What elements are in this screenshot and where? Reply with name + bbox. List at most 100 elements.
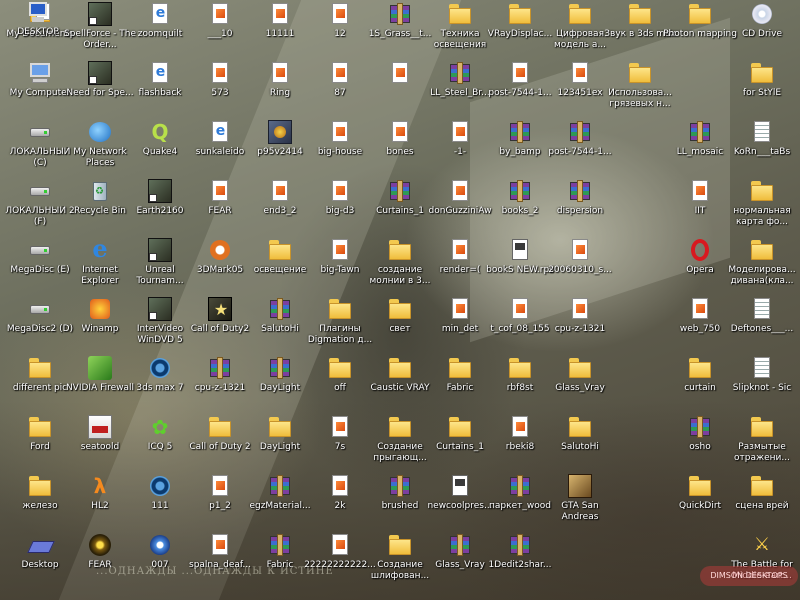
media-file-icon [148, 533, 172, 557]
folder-icon [328, 356, 352, 380]
earth2160-icon [148, 179, 172, 203]
desktop-icon[interactable]: dispersion [542, 179, 618, 239]
folder-icon [508, 2, 532, 26]
desktop-icon[interactable]: cpu-z-1321 [542, 297, 618, 357]
archive-icon [268, 533, 292, 557]
html-file-icon [148, 61, 172, 85]
gta-san-andreas-icon [568, 474, 592, 498]
recycle-bin-icon [88, 179, 112, 203]
html-file-icon [148, 2, 172, 26]
image-file-icon [508, 415, 532, 439]
archive-icon [508, 474, 532, 498]
image-file-icon [448, 238, 472, 262]
desktop-icon-label: GTA San Andreas [561, 501, 599, 522]
archive-icon [508, 533, 532, 557]
image-file-icon [568, 297, 592, 321]
desktop-icon[interactable]: Deftones___... [724, 297, 800, 357]
folder-icon [328, 297, 352, 321]
archive-icon [448, 61, 472, 85]
folder-icon [28, 474, 52, 498]
hard-drive-icon [28, 238, 52, 262]
image-file-icon [448, 179, 472, 203]
archive-icon [688, 120, 712, 144]
fear-icon [88, 533, 112, 557]
image-file-icon [508, 297, 532, 321]
desktop-computer-icon [26, 0, 50, 24]
desktop-icon-label: нормальная карта фо... [733, 206, 791, 227]
folder-icon [750, 179, 774, 203]
image-file-icon [688, 179, 712, 203]
image-file-icon [328, 61, 352, 85]
desktop-icon[interactable]: Glass_Vray [542, 356, 618, 416]
desktop-icon[interactable]: 20060310_s... [542, 238, 618, 298]
unreal-tournament-icon [148, 238, 172, 262]
winamp-icon [88, 297, 112, 321]
image-file-icon [388, 120, 412, 144]
desktop-icon[interactable]: CD Drive [724, 2, 800, 62]
folder-icon [508, 356, 532, 380]
image-file-icon [448, 297, 472, 321]
desktop-icon[interactable]: 1Dedit2shar... [482, 533, 558, 593]
archive-icon [268, 356, 292, 380]
folder-icon [28, 356, 52, 380]
desktop-icon-label: Использова... грязевых н... [608, 88, 672, 109]
image-file-icon [208, 474, 232, 498]
folder-icon [688, 2, 712, 26]
image-file-icon [208, 533, 232, 557]
nvidia-firewall-icon [88, 356, 112, 380]
wallpaper-watermark: DIMSON DESKTOPS [700, 566, 798, 586]
text-file-icon [750, 120, 774, 144]
image-file-icon [448, 120, 472, 144]
folder-icon [688, 356, 712, 380]
archive-icon [568, 179, 592, 203]
desktop-icon-label: CD Drive [741, 29, 783, 39]
program-icon [268, 120, 292, 144]
battle-middle-earth-icon [750, 533, 774, 557]
call-of-duty-icon [208, 297, 233, 322]
image-file-icon [328, 120, 352, 144]
folder-icon [628, 2, 652, 26]
desktop-icon[interactable]: Размытые отражени... [724, 415, 800, 475]
desktop-icon-label: Deftones___... [730, 324, 794, 334]
desktop-icon[interactable]: Slipknot - Sic [724, 356, 800, 416]
desktop-icon[interactable]: SalutoHi [542, 415, 618, 475]
cd-drive-icon [750, 2, 774, 26]
folder-icon [388, 415, 412, 439]
image-file-icon [328, 238, 352, 262]
desktop-icon[interactable]: Моделирова... дивана(кла... [724, 238, 800, 298]
folder-icon [448, 356, 472, 380]
folder-icon [208, 415, 232, 439]
archive-icon [388, 2, 412, 26]
hard-drive-icon [28, 297, 52, 321]
hard-drive-icon [28, 120, 52, 144]
folder-icon [688, 474, 712, 498]
my-computer-icon [28, 61, 52, 85]
image-file-icon [328, 533, 352, 557]
desktop-icon-label: сцена врей [735, 501, 789, 511]
folder-icon [268, 238, 292, 262]
desktop-icon-label: 1Dedit2shar... [488, 560, 552, 570]
desktop-icon[interactable]: KoRn___taBs [724, 120, 800, 180]
3dmark-icon [208, 238, 232, 262]
desktop-icon[interactable]: post-7544-1... [542, 120, 618, 180]
icq-icon [148, 415, 172, 439]
desktop-icon-label: KoRn___taBs [733, 147, 791, 157]
folder-icon [750, 61, 774, 85]
image-file-icon [208, 179, 232, 203]
3ds-max-icon [148, 356, 172, 380]
desktop-icon[interactable]: GTA San Andreas [542, 474, 618, 534]
internet-explorer-icon [88, 235, 112, 263]
folder-icon [448, 415, 472, 439]
desktop-icon[interactable]: Использова... грязевых н... [602, 61, 678, 121]
desktop-icon[interactable]: сцена врей [724, 474, 800, 534]
desktop-icon-label: SalutoHi [561, 442, 599, 452]
desktop-icon[interactable]: нормальная карта фо... [724, 179, 800, 239]
desktop-icon-label: post-7544-1... [548, 147, 612, 157]
archive-icon [268, 474, 292, 498]
archive-icon [508, 120, 532, 144]
desktop-icon[interactable]: DESKTOP [0, 0, 76, 60]
desktop-icon[interactable]: for StYlE [724, 61, 800, 121]
folder-icon [388, 533, 412, 557]
archive-icon [688, 415, 712, 439]
desktop-folder-icon [28, 533, 52, 557]
